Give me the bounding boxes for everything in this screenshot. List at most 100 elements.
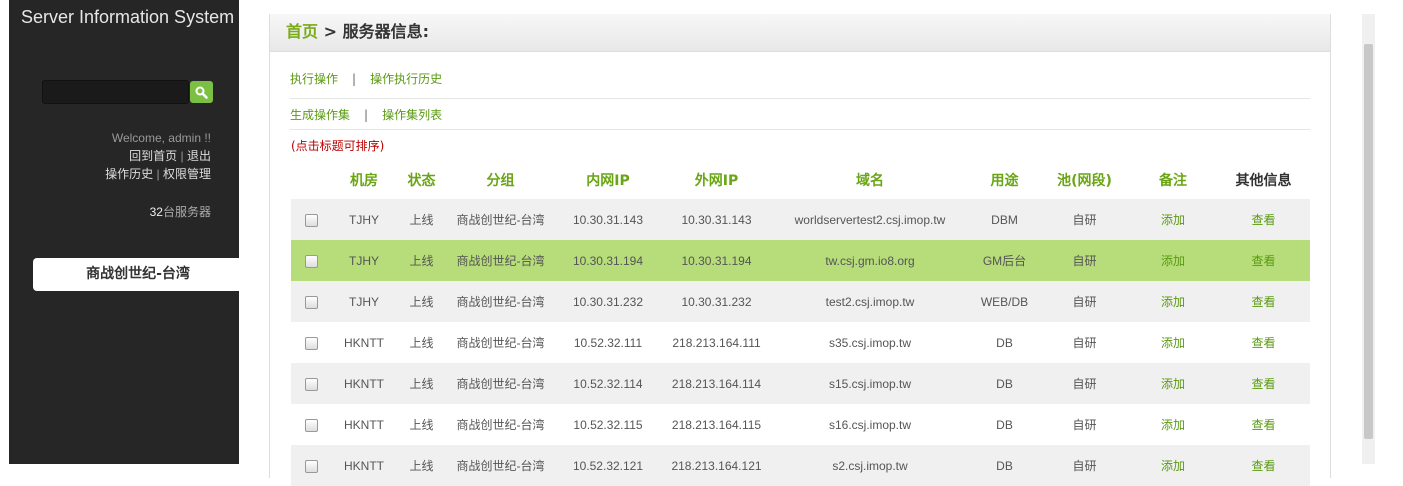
logout-link[interactable]: 退出 [187, 149, 211, 163]
cell-usage: DB [969, 404, 1040, 445]
welcome-text: Welcome, admin !! [111, 131, 211, 145]
cell-domain: worldservertest2.csj.imop.tw [771, 199, 969, 240]
header-note[interactable]: 备注 [1129, 161, 1217, 199]
cell-status: 上线 [396, 240, 447, 281]
exec-op-link[interactable]: 执行操作 [290, 72, 338, 86]
header-room[interactable]: 机房 [332, 161, 396, 199]
view-info-link[interactable]: 查看 [1217, 240, 1310, 281]
cell-domain: s16.csj.imop.tw [771, 404, 969, 445]
server-count-unit: 台服务器 [162, 205, 211, 219]
header-wan-ip[interactable]: 外网IP [662, 161, 771, 199]
row-checkbox[interactable] [291, 240, 332, 281]
cell-room: HKNTT [332, 445, 396, 486]
cell-group: 商战创世纪-台湾 [447, 240, 554, 281]
cell-wan-ip: 10.30.31.143 [662, 199, 771, 240]
add-note-link[interactable]: 添加 [1129, 322, 1217, 363]
cell-status: 上线 [396, 199, 447, 240]
view-info-link[interactable]: 查看 [1217, 199, 1310, 240]
page-title: 服务器信息: [342, 22, 429, 41]
welcome-block: Welcome, admin !! 回到首页 | 退出 操作历史 | 权限管理 [105, 131, 211, 181]
row-checkbox[interactable] [291, 322, 332, 363]
server-table: 机房 状态 分组 内网IP 外网IP 域名 用途 池(网段) 备注 其他信息 T… [291, 161, 1310, 486]
cell-status: 上线 [396, 281, 447, 322]
cell-pool: 自研 [1040, 240, 1129, 281]
cell-group: 商战创世纪-台湾 [447, 281, 554, 322]
cell-domain: test2.csj.imop.tw [771, 281, 969, 322]
table-row: TJHY 上线 商战创世纪-台湾 10.30.31.194 10.30.31.1… [291, 240, 1310, 281]
cell-group: 商战创世纪-台湾 [447, 322, 554, 363]
row-checkbox[interactable] [291, 404, 332, 445]
view-info-link[interactable]: 查看 [1217, 445, 1310, 486]
cell-wan-ip: 218.213.164.111 [662, 322, 771, 363]
cell-usage: GM后台 [969, 240, 1040, 281]
cell-lan-ip: 10.30.31.143 [554, 199, 662, 240]
breadcrumb-home[interactable]: 首页 [286, 22, 318, 41]
opset-row: 生成操作集 | 操作集列表 [290, 106, 1310, 130]
cell-pool: 自研 [1040, 322, 1129, 363]
table-header-row: 机房 状态 分组 内网IP 外网IP 域名 用途 池(网段) 备注 其他信息 [291, 161, 1310, 199]
opset-list-link[interactable]: 操作集列表 [382, 108, 442, 122]
table-row: TJHY 上线 商战创世纪-台湾 10.30.31.143 10.30.31.1… [291, 199, 1310, 240]
cell-status: 上线 [396, 322, 447, 363]
cell-pool: 自研 [1040, 281, 1129, 322]
breadcrumb: 首页 > 服务器信息: [270, 14, 1330, 52]
search-input[interactable] [42, 80, 189, 104]
cell-domain: tw.csj.gm.io8.org [771, 240, 969, 281]
cell-status: 上线 [396, 445, 447, 486]
add-note-link[interactable]: 添加 [1129, 281, 1217, 322]
add-note-link[interactable]: 添加 [1129, 445, 1217, 486]
cell-lan-ip: 10.52.32.111 [554, 322, 662, 363]
cell-wan-ip: 10.30.31.194 [662, 240, 771, 281]
server-count: 32台服务器 [150, 203, 211, 220]
add-note-link[interactable]: 添加 [1129, 240, 1217, 281]
header-select [291, 161, 332, 199]
permission-link[interactable]: 权限管理 [163, 167, 211, 181]
cell-lan-ip: 10.52.32.115 [554, 404, 662, 445]
sidebar: Server Information System Welcome, admin… [9, 0, 243, 464]
scrollbar[interactable] [1362, 14, 1375, 464]
view-info-link[interactable]: 查看 [1217, 404, 1310, 445]
table-row: TJHY 上线 商战创世纪-台湾 10.30.31.232 10.30.31.2… [291, 281, 1310, 322]
cell-domain: s15.csj.imop.tw [771, 363, 969, 404]
cell-status: 上线 [396, 363, 447, 404]
row-checkbox[interactable] [291, 199, 332, 240]
cell-group: 商战创世纪-台湾 [447, 404, 554, 445]
header-domain[interactable]: 域名 [771, 161, 969, 199]
history-link[interactable]: 操作历史 [105, 167, 153, 181]
header-pool[interactable]: 池(网段) [1040, 161, 1129, 199]
header-group[interactable]: 分组 [447, 161, 554, 199]
table-row: HKNTT 上线 商战创世纪-台湾 10.52.32.114 218.213.1… [291, 363, 1310, 404]
cell-group: 商战创世纪-台湾 [447, 445, 554, 486]
cell-wan-ip: 218.213.164.121 [662, 445, 771, 486]
table-row: HKNTT 上线 商战创世纪-台湾 10.52.32.115 218.213.1… [291, 404, 1310, 445]
add-note-link[interactable]: 添加 [1129, 404, 1217, 445]
cell-wan-ip: 218.213.164.114 [662, 363, 771, 404]
view-info-link[interactable]: 查看 [1217, 281, 1310, 322]
cell-group: 商战创世纪-台湾 [447, 199, 554, 240]
row-checkbox[interactable] [291, 363, 332, 404]
row-checkbox[interactable] [291, 445, 332, 486]
home-link[interactable]: 回到首页 [129, 149, 177, 163]
cell-domain: s35.csj.imop.tw [771, 322, 969, 363]
divider: | [364, 108, 369, 122]
search-button[interactable] [190, 81, 213, 103]
cell-room: TJHY [332, 199, 396, 240]
exec-history-link[interactable]: 操作执行历史 [370, 72, 442, 86]
cell-lan-ip: 10.30.31.194 [554, 240, 662, 281]
cell-room: HKNTT [332, 404, 396, 445]
view-info-link[interactable]: 查看 [1217, 322, 1310, 363]
header-usage[interactable]: 用途 [969, 161, 1040, 199]
header-lan-ip[interactable]: 内网IP [554, 161, 662, 199]
add-note-link[interactable]: 添加 [1129, 199, 1217, 240]
cell-usage: DB [969, 445, 1040, 486]
cell-wan-ip: 10.30.31.232 [662, 281, 771, 322]
cell-lan-ip: 10.52.32.114 [554, 363, 662, 404]
scrollbar-thumb[interactable] [1364, 44, 1373, 439]
gen-opset-link[interactable]: 生成操作集 [290, 108, 350, 122]
sidebar-item-group[interactable]: 商战创世纪-台湾 [33, 258, 243, 291]
view-info-link[interactable]: 查看 [1217, 363, 1310, 404]
header-status[interactable]: 状态 [396, 161, 447, 199]
breadcrumb-sep: > [318, 22, 343, 41]
row-checkbox[interactable] [291, 281, 332, 322]
add-note-link[interactable]: 添加 [1129, 363, 1217, 404]
